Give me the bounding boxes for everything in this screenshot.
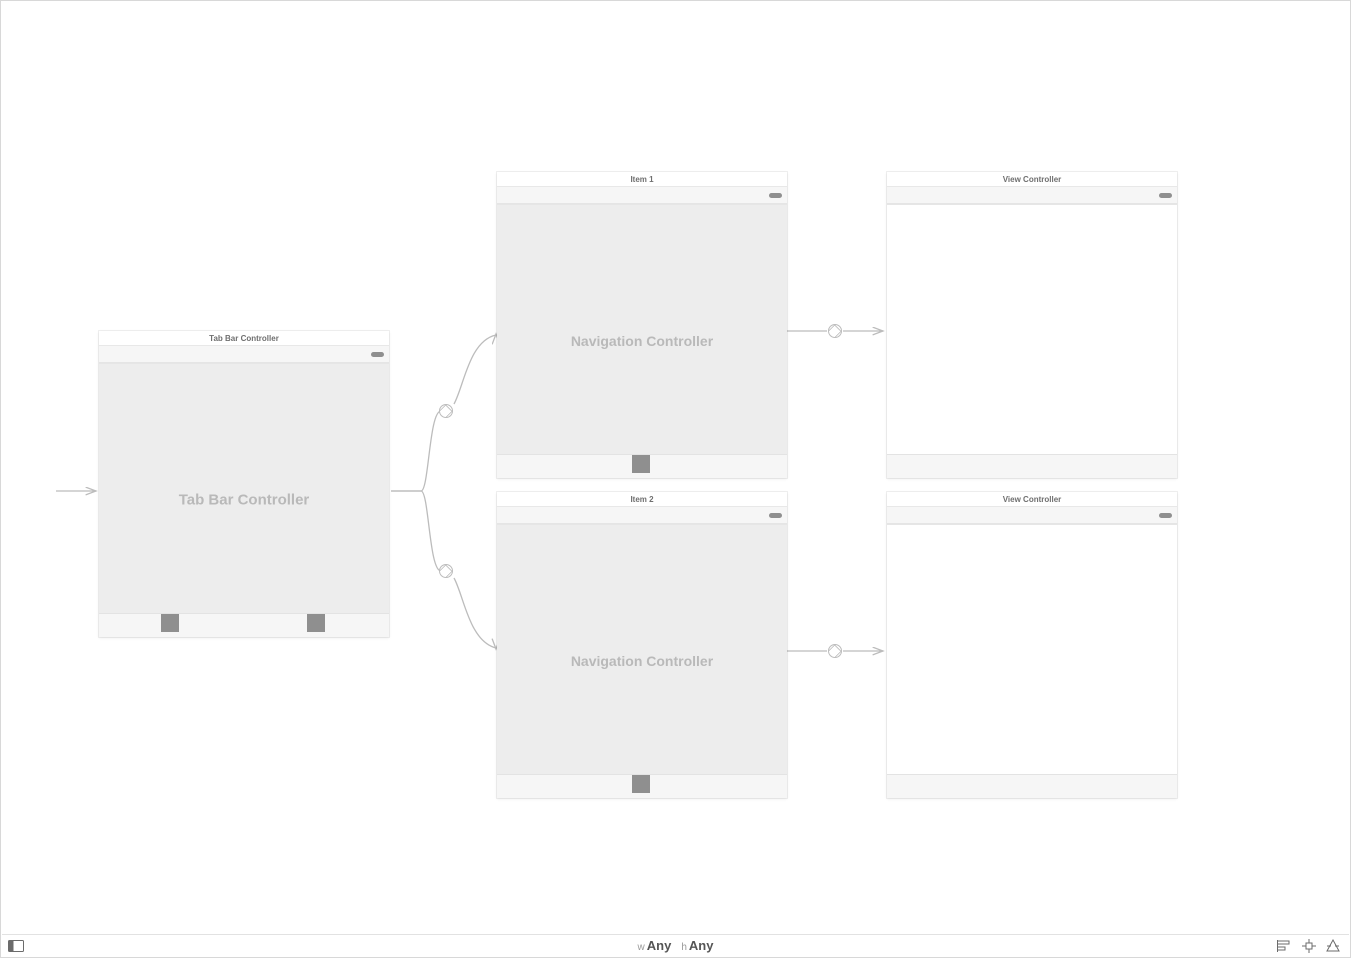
scene-title-label: Item 1 <box>630 175 653 184</box>
size-w-prefix: w <box>638 942 647 953</box>
scene-navigation-controller-2[interactable]: Item 2 Navigation Controller <box>497 492 787 798</box>
tab-bar-item-1[interactable] <box>161 614 179 632</box>
status-bar-area <box>887 187 1177 204</box>
status-bar-area <box>887 507 1177 524</box>
scene-title-label: View Controller <box>1003 495 1062 504</box>
scene-title[interactable]: Item 2 <box>497 492 787 507</box>
segue-relationship-icon[interactable] <box>439 404 453 418</box>
align-icon[interactable] <box>1277 939 1293 953</box>
scene-title[interactable]: Tab Bar Controller <box>99 331 389 346</box>
scene-body[interactable]: Navigation Controller <box>497 524 787 798</box>
placeholder-label: Tab Bar Controller <box>99 492 389 509</box>
tab-bar <box>497 454 787 478</box>
segue-relationship-icon[interactable] <box>439 564 453 578</box>
scene-title[interactable]: Item 1 <box>497 172 787 187</box>
resolve-issues-icon[interactable] <box>1325 939 1341 953</box>
scene-tab-bar-controller[interactable]: Tab Bar Controller Tab Bar Controller <box>99 331 389 637</box>
scene-navigation-controller-1[interactable]: Item 1 Navigation Controller <box>497 172 787 478</box>
tab-bar-item[interactable] <box>632 775 650 793</box>
scene-title[interactable]: View Controller <box>887 172 1177 187</box>
scene-view-controller-2[interactable]: View Controller <box>887 492 1177 798</box>
size-h-prefix: h <box>681 942 689 953</box>
status-bar-area <box>99 346 389 363</box>
scene-title-label: View Controller <box>1003 175 1062 184</box>
segue-root-icon[interactable] <box>828 644 842 658</box>
scene-title[interactable]: View Controller <box>887 492 1177 507</box>
placeholder-label: Navigation Controller <box>497 653 787 669</box>
scene-title-label: Tab Bar Controller <box>209 334 279 343</box>
storyboard-canvas[interactable]: Tab Bar Controller Tab Bar Controller It… <box>0 0 1351 958</box>
size-h: Any <box>689 938 714 953</box>
placeholder-label: Navigation Controller <box>497 333 787 349</box>
battery-icon <box>1159 193 1172 198</box>
battery-icon <box>371 352 384 357</box>
size-class-control[interactable]: wAny hAny <box>2 938 1349 953</box>
battery-icon <box>769 193 782 198</box>
tab-bar <box>99 613 389 637</box>
scene-view-controller-1[interactable]: View Controller <box>887 172 1177 478</box>
tab-bar-item[interactable] <box>632 455 650 473</box>
battery-icon <box>1159 513 1172 518</box>
status-bar-area <box>497 507 787 524</box>
tab-bar-item-2[interactable] <box>307 614 325 632</box>
battery-icon <box>769 513 782 518</box>
scene-body[interactable]: Navigation Controller <box>497 204 787 478</box>
tab-bar <box>887 774 1177 798</box>
segue-root-icon[interactable] <box>828 324 842 338</box>
status-bar-area <box>497 187 787 204</box>
tab-bar <box>887 454 1177 478</box>
scene-body[interactable]: Tab Bar Controller <box>99 363 389 637</box>
ib-bottom-bar: wAny hAny <box>2 934 1349 956</box>
pin-icon[interactable] <box>1301 939 1317 953</box>
scene-body[interactable] <box>887 204 1177 478</box>
size-w: Any <box>647 938 672 953</box>
scene-title-label: Item 2 <box>630 495 653 504</box>
toggle-outline-icon[interactable] <box>8 939 24 953</box>
scene-body[interactable] <box>887 524 1177 798</box>
tab-bar <box>497 774 787 798</box>
